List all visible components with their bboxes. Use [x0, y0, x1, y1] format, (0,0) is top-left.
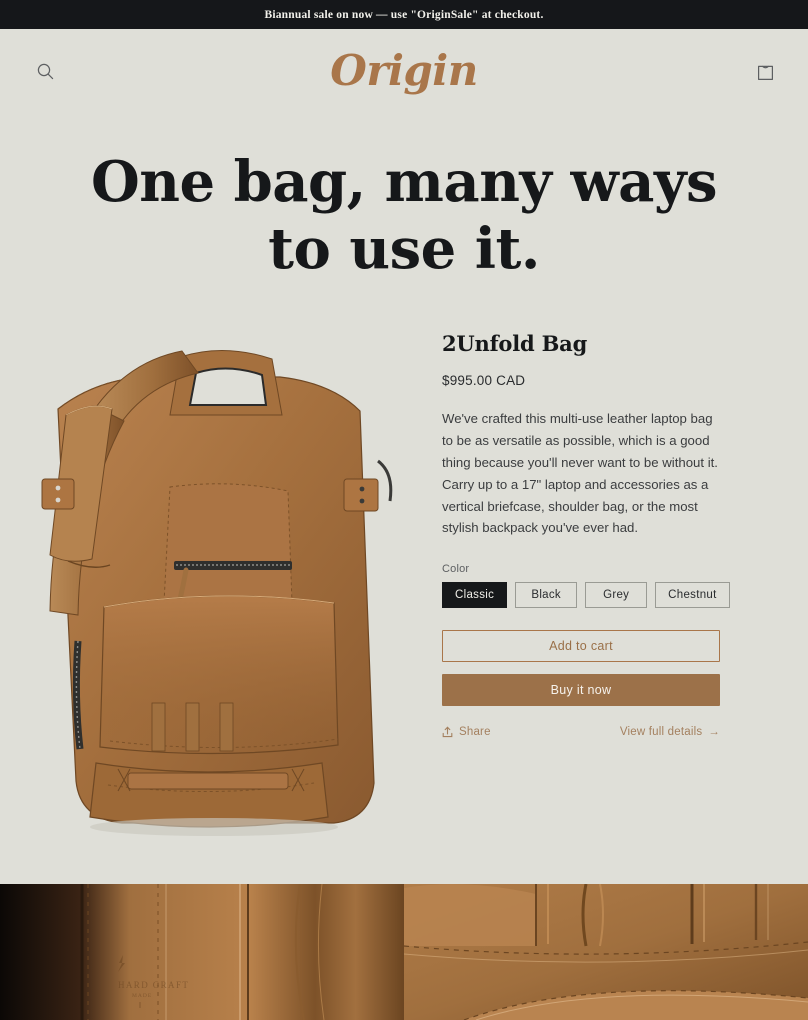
hero-section: One bag, many ways to use it. [0, 113, 808, 311]
product-image[interactable] [0, 311, 414, 857]
view-full-details-label: View full details [619, 726, 703, 739]
product-page: Biannual sale on now — use "OriginSale" … [0, 0, 808, 1020]
product-title: 2Unfold Bag [442, 331, 588, 357]
hero-title-line-1: One bag, many ways [90, 149, 718, 215]
page-title: One bag, many ways to use it. [60, 149, 748, 283]
announcement-bar: Biannual sale on now — use "OriginSale" … [0, 0, 808, 29]
brand-emboss-text: HARD GRAFT [118, 980, 189, 990]
color-swatch-chestnut[interactable]: Chestnut [655, 582, 730, 609]
view-full-details-link[interactable]: View full details → [620, 726, 720, 738]
product-price: $995.00 CAD [442, 373, 526, 389]
search-button[interactable] [28, 54, 62, 88]
image-gallery: HARD GRAFT MADE [0, 884, 808, 1020]
color-option-label: Color [442, 563, 470, 576]
cart-button[interactable] [748, 54, 782, 88]
color-swatch-black[interactable]: Black [515, 582, 578, 609]
share-button[interactable]: Share [442, 726, 491, 738]
gallery-image-left[interactable]: HARD GRAFT MADE [0, 884, 404, 1020]
arrow-right-icon: → [708, 726, 720, 739]
product-description: We've crafted this multi-use leather lap… [442, 411, 718, 536]
color-swatch-grey[interactable]: Grey [585, 582, 648, 609]
product-links: Share View full details → [442, 726, 720, 738]
product-section: 2Unfold Bag $995.00 CAD We've crafted th… [0, 311, 808, 857]
product-info: 2Unfold Bag $995.00 CAD We've crafted th… [414, 311, 784, 738]
share-label: Share [459, 726, 491, 739]
shopping-bag-icon [757, 62, 774, 81]
svg-text:MADE: MADE [132, 993, 152, 999]
add-to-cart-button[interactable]: Add to cart [442, 630, 720, 663]
share-icon [442, 726, 453, 738]
color-swatch-group: Classic Black Grey Chestnut [442, 582, 740, 609]
hero-title-line-2: to use it. [268, 216, 540, 283]
site-logo[interactable]: Origin [330, 50, 478, 92]
announcement-text: Biannual sale on now — use "OriginSale" … [264, 8, 544, 21]
color-swatch-classic[interactable]: Classic [442, 582, 508, 609]
gallery-image-right[interactable] [404, 884, 808, 1020]
buy-it-now-button[interactable]: Buy it now [442, 674, 720, 707]
search-icon [36, 62, 55, 81]
site-header: Origin [0, 29, 808, 113]
